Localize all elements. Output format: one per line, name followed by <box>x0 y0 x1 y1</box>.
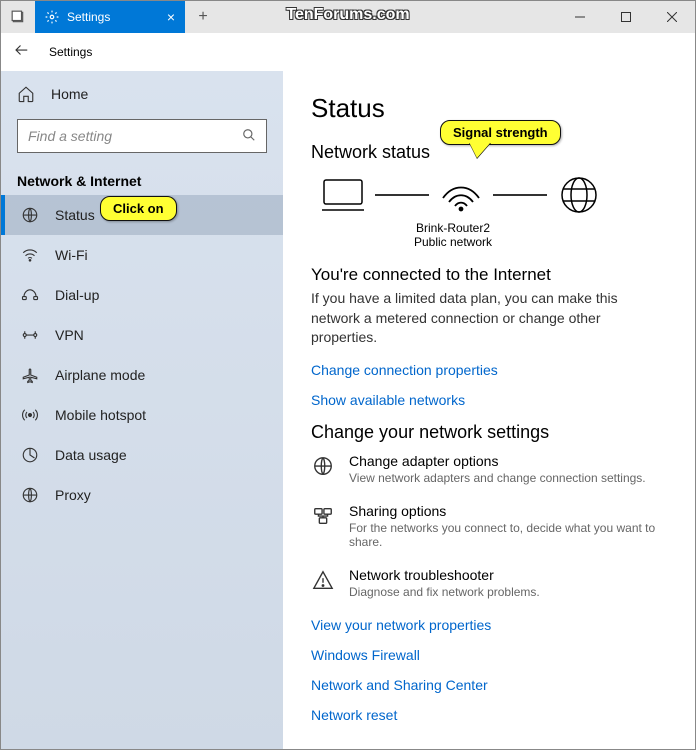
diagram-line <box>493 194 547 196</box>
settings-window: Settings × + Settings <box>0 0 696 750</box>
search-icon <box>242 128 256 145</box>
sidebar-item-label: Dial-up <box>55 287 99 303</box>
sidebar-item-vpn[interactable]: VPN <box>1 315 283 355</box>
row-troubleshooter[interactable]: Network troubleshooter Diagnose and fix … <box>311 567 667 599</box>
maximize-button[interactable] <box>603 1 649 33</box>
sidebar-item-hotspot[interactable]: Mobile hotspot <box>1 395 283 435</box>
router-name: Brink-Router2 <box>373 221 533 235</box>
sidebar-item-label: Data usage <box>55 447 127 463</box>
sharing-icon <box>311 503 335 549</box>
close-button[interactable] <box>649 1 695 33</box>
connected-body: If you have a limited data plan, you can… <box>311 289 667 348</box>
link-show-available-networks[interactable]: Show available networks <box>311 392 667 408</box>
search-box[interactable] <box>17 119 267 153</box>
gear-icon <box>45 10 59 24</box>
vpn-icon <box>21 326 39 344</box>
sidebar-item-dialup[interactable]: Dial-up <box>1 275 283 315</box>
sidebar-item-datausage[interactable]: Data usage <box>1 435 283 475</box>
row-adapter-options[interactable]: Change adapter options View network adap… <box>311 453 667 485</box>
close-tab-icon[interactable]: × <box>167 9 175 25</box>
tab-settings[interactable]: Settings × <box>35 1 185 33</box>
row-desc: For the networks you connect to, decide … <box>349 521 667 549</box>
sidebar-section-header: Network & Internet <box>1 167 283 195</box>
tab-label: Settings <box>67 10 110 24</box>
header-title: Settings <box>49 45 92 59</box>
link-network-reset[interactable]: Network reset <box>311 707 667 723</box>
search-input[interactable] <box>28 128 242 144</box>
diagram-line <box>375 194 429 196</box>
row-desc: Diagnose and fix network problems. <box>349 585 667 599</box>
link-windows-firewall[interactable]: Windows Firewall <box>311 647 667 663</box>
sidebar-item-label: VPN <box>55 327 84 343</box>
sidebar-item-airplane[interactable]: Airplane mode <box>1 355 283 395</box>
wifi-signal-icon <box>437 175 485 215</box>
main-pane: Status Network status Brink-Router2 Publ… <box>283 71 695 749</box>
network-status-heading: Network status <box>311 142 667 163</box>
sidebar-item-label: Status <box>55 207 95 223</box>
row-title: Sharing options <box>349 503 667 519</box>
connected-title: You're connected to the Internet <box>311 265 667 285</box>
network-type: Public network <box>373 235 533 249</box>
back-arrow-icon[interactable] <box>13 41 31 64</box>
dialup-icon <box>21 286 39 304</box>
sidebar-item-label: Wi-Fi <box>55 247 88 263</box>
proxy-icon <box>21 486 39 504</box>
sidebar-item-label: Airplane mode <box>55 367 145 383</box>
new-tab-button[interactable]: + <box>185 1 221 33</box>
change-settings-heading: Change your network settings <box>311 422 667 443</box>
sidebar-item-proxy[interactable]: Proxy <box>1 475 283 515</box>
sidebar-item-label: Proxy <box>55 487 91 503</box>
sidebar-home[interactable]: Home <box>1 75 283 113</box>
sidebar-item-status[interactable]: Status <box>1 195 283 235</box>
computer-icon <box>319 175 367 215</box>
airplane-icon <box>21 366 39 384</box>
sidebar-item-label: Mobile hotspot <box>55 407 146 423</box>
sidebar-home-label: Home <box>51 86 88 102</box>
minimize-button[interactable] <box>557 1 603 33</box>
sidebar-item-wifi[interactable]: Wi-Fi <box>1 235 283 275</box>
app-icon <box>1 1 35 33</box>
row-title: Change adapter options <box>349 453 667 469</box>
row-sharing-options[interactable]: Sharing options For the networks you con… <box>311 503 667 549</box>
adapter-icon <box>311 453 335 485</box>
home-icon <box>17 85 35 103</box>
titlebar-left: Settings × + <box>1 1 221 33</box>
header-row: Settings <box>1 33 695 71</box>
globe-icon <box>555 175 603 215</box>
link-view-network-properties[interactable]: View your network properties <box>311 617 667 633</box>
content: Home Network & Internet Status Wi-Fi <box>1 71 695 749</box>
warning-icon <box>311 567 335 599</box>
link-change-connection-properties[interactable]: Change connection properties <box>311 362 667 378</box>
router-labels: Brink-Router2 Public network <box>373 221 533 249</box>
data-usage-icon <box>21 446 39 464</box>
sidebar: Home Network & Internet Status Wi-Fi <box>1 71 283 749</box>
hotspot-icon <box>21 406 39 424</box>
row-desc: View network adapters and change connect… <box>349 471 667 485</box>
link-network-sharing-center[interactable]: Network and Sharing Center <box>311 677 667 693</box>
status-icon <box>21 206 39 224</box>
wifi-icon <box>21 246 39 264</box>
page-title: Status <box>311 93 667 124</box>
network-diagram <box>311 175 667 215</box>
row-title: Network troubleshooter <box>349 567 667 583</box>
titlebar: Settings × + <box>1 1 695 33</box>
window-controls <box>557 1 695 33</box>
